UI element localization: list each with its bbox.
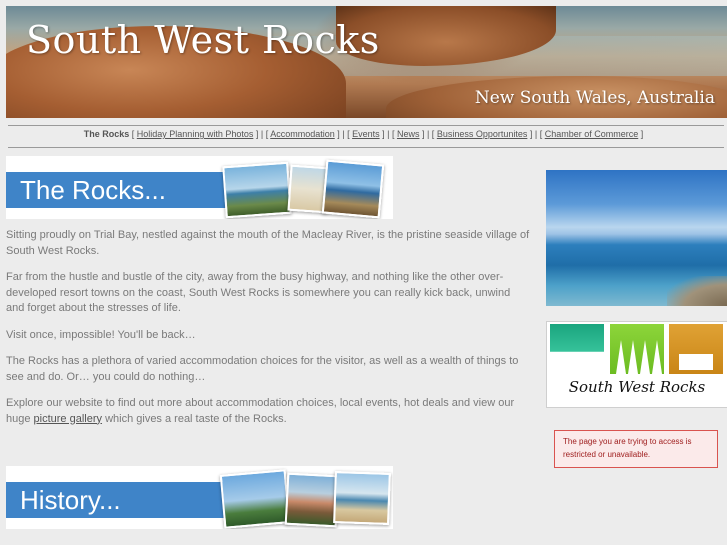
ocean-photo-shore <box>667 276 727 306</box>
site-subtitle: New South Wales, Australia <box>474 88 715 108</box>
house-icon <box>679 354 713 370</box>
logo-text: South West Rocks <box>568 378 706 396</box>
nav-link-business-opportunities[interactable]: Business Opportunites <box>437 129 528 139</box>
intro-paragraph: Sitting proudly on Trial Bay, nestled ag… <box>6 229 530 257</box>
access-notice: The page you are trying to access is res… <box>554 430 718 468</box>
rocks-section-heading: The Rocks... <box>6 156 393 219</box>
logo-beach-tile <box>550 324 604 374</box>
picture-gallery-link[interactable]: picture gallery <box>34 413 102 425</box>
nav-top-divider <box>8 125 724 126</box>
accommodation-paragraph: The Rocks has a plethora of varied accom… <box>6 355 519 383</box>
main-nav: The Rocks [ Holiday Planning with Photos… <box>83 129 644 139</box>
nav-link-accommodation[interactable]: Accommodation <box>270 129 335 139</box>
history-section-heading: History... <box>6 466 393 529</box>
beach-photo <box>222 161 292 219</box>
coastline-photo <box>321 159 385 219</box>
nav-bottom-divider <box>8 147 724 148</box>
header-banner: South West Rocks New South Wales, Austra… <box>6 6 727 118</box>
historic-house-photo <box>284 472 340 528</box>
nav-current-page: The Rocks <box>83 129 130 139</box>
logo-trees-tile <box>610 324 664 374</box>
logo-house-tile <box>669 324 723 374</box>
main-content: Sitting proudly on Trial Bay, nestled ag… <box>6 228 530 438</box>
nav-link-holiday-planning[interactable]: Holiday Planning with Photos <box>137 129 254 139</box>
nav-link-news[interactable]: News <box>397 129 420 139</box>
south-west-rocks-logo[interactable]: South West Rocks <box>546 321 727 408</box>
explore-paragraph: Explore our website to find out more abo… <box>6 397 515 425</box>
nav-link-events[interactable]: Events <box>352 129 380 139</box>
description-paragraph: Far from the hustle and bustle of the ci… <box>6 271 511 314</box>
rocks-heading-text: The Rocks... <box>20 175 166 205</box>
history-heading-text: History... <box>20 485 121 515</box>
tagline-paragraph: Visit once, impossible! You'll be back… <box>6 328 196 341</box>
bay-photo <box>333 471 391 525</box>
site-title: South West Rocks <box>26 18 380 62</box>
ocean-photo <box>546 170 727 306</box>
nav-link-chamber-of-commerce[interactable]: Chamber of Commerce <box>545 129 639 139</box>
lighthouse-photo <box>219 469 291 529</box>
